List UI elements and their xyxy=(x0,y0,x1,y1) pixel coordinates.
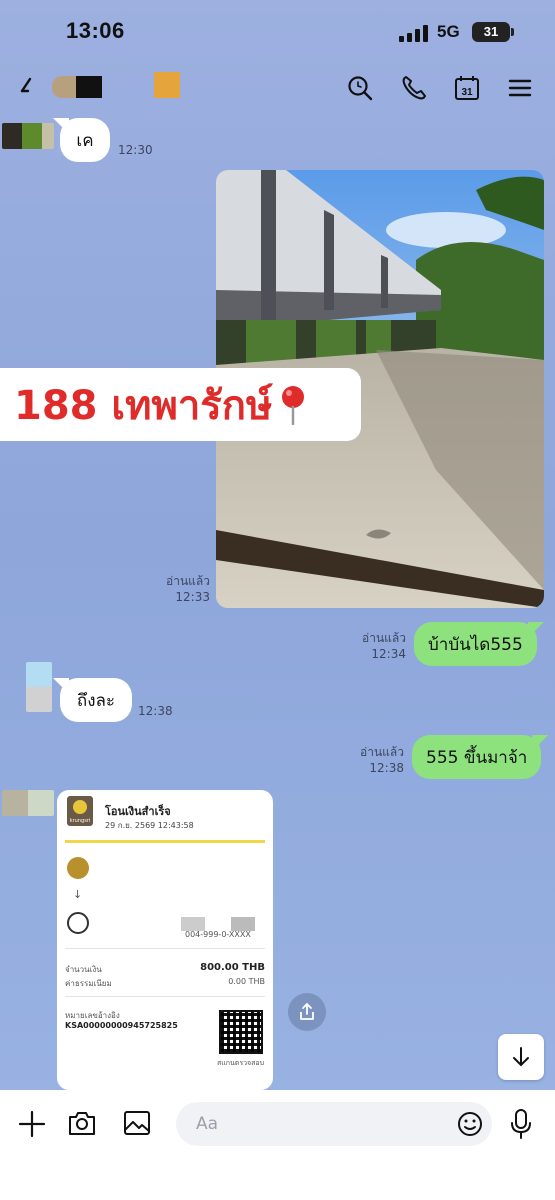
message-text: 555 ขึ้นมาจ้า xyxy=(426,747,528,768)
avatar[interactable] xyxy=(2,790,54,816)
chat-name-redacted[interactable] xyxy=(76,76,102,98)
avatar[interactable] xyxy=(2,123,54,149)
menu-icon[interactable] xyxy=(506,74,534,102)
emoji-icon[interactable] xyxy=(456,1110,484,1138)
back-icon[interactable] xyxy=(16,74,40,98)
message-time: 12:33 xyxy=(175,590,210,604)
qr-caption: สแกนตรวจสอบ xyxy=(217,1059,265,1067)
chat-name-redacted[interactable] xyxy=(154,72,180,98)
arrow-down-icon: ↓ xyxy=(73,888,83,901)
svg-text:krungsri: krungsri xyxy=(70,818,91,824)
fee-value: 0.00 THB xyxy=(228,977,265,986)
sticker-text: 188 เทพารักษ์ xyxy=(14,382,273,429)
battery-icon: 31 xyxy=(472,22,514,42)
redaction-block xyxy=(181,917,205,931)
message-time: 12:38 xyxy=(138,704,173,718)
message-text: เค xyxy=(76,130,94,151)
message-time: 12:38 xyxy=(369,761,404,775)
input-placeholder: Aa xyxy=(196,1114,219,1134)
location-sticker[interactable]: 188 เทพารักษ์ xyxy=(0,368,361,441)
message-time: 12:30 xyxy=(118,143,153,157)
message-input[interactable]: Aa xyxy=(176,1102,492,1146)
image-icon[interactable] xyxy=(122,1108,152,1138)
search-icon[interactable] xyxy=(346,74,374,102)
message-meta: อ่านแล้ว 12:33 xyxy=(160,573,210,605)
message-meta: อ่านแล้ว 12:38 xyxy=(354,744,404,776)
slip-title: โอนเงินสำเร็จ xyxy=(105,805,171,818)
calendar-day: 31 xyxy=(461,87,473,98)
chat-name-redacted[interactable] xyxy=(52,76,76,98)
share-button[interactable] xyxy=(288,993,326,1031)
plus-icon[interactable] xyxy=(18,1110,46,1138)
transfer-slip-image[interactable]: krungsri โอนเงินสำเร็จ 29 ก.ย. 2569 12:4… xyxy=(57,790,273,1090)
message-bubble-outgoing[interactable]: บ้าบันได555 xyxy=(414,622,537,666)
message-time: 12:34 xyxy=(371,647,406,661)
pin-icon xyxy=(282,385,305,425)
message-text: ถึงละ xyxy=(76,690,116,711)
read-receipt: อ่านแล้ว xyxy=(360,745,404,759)
divider xyxy=(65,996,265,997)
ref-value: KSA00000000945725825 xyxy=(65,1021,178,1030)
amount-value: 800.00 THB xyxy=(200,962,265,973)
read-receipt: อ่านแล้ว xyxy=(166,574,210,588)
divider xyxy=(65,948,265,949)
read-receipt: อ่านแล้ว xyxy=(362,631,406,645)
amount-label: จำนวนเงิน xyxy=(65,965,102,974)
redaction-block xyxy=(231,917,255,931)
bank-logo-icon: krungsri xyxy=(67,796,93,826)
slip-divider xyxy=(65,840,265,843)
camera-icon[interactable] xyxy=(67,1108,97,1138)
scroll-down-button[interactable] xyxy=(498,1034,544,1080)
phone-icon[interactable] xyxy=(400,74,428,102)
message-bubble-incoming[interactable]: เค xyxy=(60,118,110,162)
qr-code xyxy=(219,1010,263,1054)
message-bubble-outgoing[interactable]: 555 ขึ้นมาจ้า xyxy=(412,735,542,779)
sender-bank-icon xyxy=(67,857,89,879)
avatar[interactable] xyxy=(26,662,52,712)
status-time: 13:06 xyxy=(66,18,125,43)
receiver-bank-icon xyxy=(67,912,89,934)
calendar-icon[interactable]: 31 xyxy=(453,74,481,102)
signal-icon xyxy=(399,24,429,42)
arrow-down-icon xyxy=(513,1047,529,1067)
fee-label: ค่าธรรมเนียม xyxy=(65,979,112,988)
message-text: บ้าบันได555 xyxy=(428,634,523,655)
account-number: 004-999-0-XXXX xyxy=(185,930,251,939)
message-meta: อ่านแล้ว 12:34 xyxy=(356,630,406,662)
share-icon xyxy=(300,1002,314,1020)
slip-date: 29 ก.ย. 2569 12:43:58 xyxy=(105,821,194,830)
network-label: 5G xyxy=(437,22,460,41)
message-bubble-incoming[interactable]: ถึงละ xyxy=(60,678,132,722)
microphone-icon[interactable] xyxy=(508,1108,534,1140)
